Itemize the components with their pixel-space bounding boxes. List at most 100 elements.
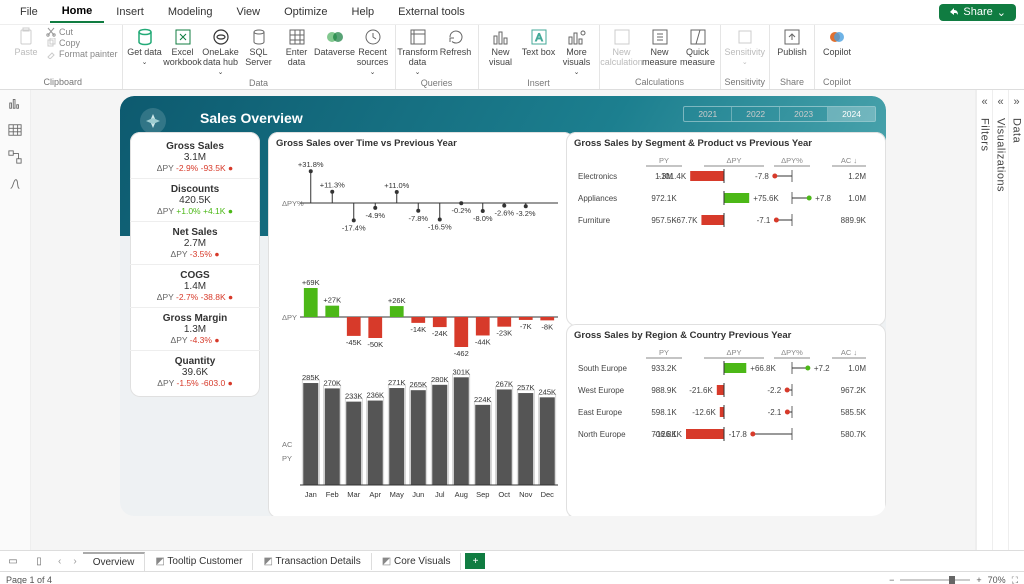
kpi-card[interactable]: Net Sales2.7MΔPY -3.5% ● <box>130 222 260 265</box>
fit-page-icon[interactable]: ⛶ <box>1012 575 1018 584</box>
zoom-slider[interactable] <box>900 579 970 581</box>
quick-measure-button[interactable]: Quick measure <box>680 27 716 68</box>
ribbon: Paste Cut Copy Format painter Clipboard … <box>0 25 1024 90</box>
table-view-icon[interactable] <box>8 123 22 140</box>
region-chart-title: Gross Sales by Region & Country Previous… <box>574 330 878 341</box>
new-visual-button[interactable]: New visual <box>483 27 519 68</box>
tab-tooltip-customer[interactable]: ◩ Tooltip Customer <box>145 553 253 570</box>
svg-text:580.7K: 580.7K <box>841 430 867 439</box>
ribbon-group-share: Publish Share <box>770 25 815 89</box>
copilot-button[interactable]: Copilot <box>819 27 855 58</box>
svg-text:Appliances: Appliances <box>578 194 617 203</box>
tab-overview[interactable]: Overview <box>83 552 146 571</box>
menu-insert[interactable]: Insert <box>104 2 156 22</box>
onelake-button[interactable]: OneLake data hub⌄ <box>203 27 239 76</box>
recent-sources-button[interactable]: Recent sources⌄ <box>355 27 391 76</box>
svg-text:+7.2: +7.2 <box>814 364 830 373</box>
text-box-button[interactable]: AText box <box>521 27 557 58</box>
svg-text:Apr: Apr <box>369 490 381 499</box>
time-chart-card[interactable]: Gross Sales over Time vs Previous Year Δ… <box>268 132 574 516</box>
data-pane[interactable]: » Data <box>1008 90 1024 550</box>
tab-core-visuals[interactable]: ◩ Core Visuals <box>372 553 462 570</box>
desktop-layout-icon[interactable]: ▭ <box>0 556 26 567</box>
collapse-icon[interactable]: « <box>997 94 1003 110</box>
filters-pane[interactable]: « Filters <box>976 90 992 550</box>
collapse-icon[interactable]: « <box>981 94 987 110</box>
sql-server-button[interactable]: SQL Server <box>241 27 277 68</box>
svg-text:933.2K: 933.2K <box>651 364 677 373</box>
svg-text:Nov: Nov <box>519 490 533 499</box>
zoom-in[interactable]: + <box>976 575 981 584</box>
dax-view-icon[interactable] <box>8 177 22 194</box>
scissors-icon <box>46 27 56 37</box>
menu-file[interactable]: File <box>8 2 50 22</box>
svg-text:Aug: Aug <box>455 490 468 499</box>
svg-text:-17.8: -17.8 <box>729 430 748 439</box>
year-2021[interactable]: 2021 <box>684 107 732 121</box>
share-button[interactable]: Share ⌄ <box>939 4 1016 21</box>
year-slicer[interactable]: 2021 2022 2023 2024 <box>683 106 876 122</box>
segment-chart-card[interactable]: Gross Sales by Segment & Product vs Prev… <box>566 132 886 326</box>
dataverse-button[interactable]: Dataverse <box>317 27 353 58</box>
zoom-out[interactable]: − <box>889 575 894 584</box>
svg-text:-0.2%: -0.2% <box>451 206 471 215</box>
sensitivity-button[interactable]: Sensitivity⌄ <box>727 27 763 67</box>
model-view-icon[interactable] <box>8 150 22 167</box>
new-measure-button[interactable]: New measure <box>642 27 678 68</box>
year-2023[interactable]: 2023 <box>780 107 828 121</box>
publish-button[interactable]: Publish <box>774 27 810 58</box>
svg-text:Dec: Dec <box>541 490 555 499</box>
report-view-icon[interactable] <box>8 96 22 113</box>
ribbon-label-calc: Calculations <box>635 75 684 89</box>
collapse-icon[interactable]: » <box>1013 94 1019 110</box>
cut-button[interactable]: Cut <box>46 27 118 37</box>
menu-modeling[interactable]: Modeling <box>156 2 225 22</box>
data-label: Data <box>1011 114 1023 143</box>
svg-text:-126.1K: -126.1K <box>654 430 683 439</box>
add-page-button[interactable]: + <box>465 553 485 569</box>
menu-help[interactable]: Help <box>340 2 387 22</box>
copy-button[interactable]: Copy <box>46 38 118 48</box>
kpi-card[interactable]: Quantity39.6KΔPY -1.5% -603.0 ● <box>130 351 260 393</box>
svg-text:+11.3%: +11.3% <box>320 181 345 190</box>
kpi-card[interactable]: COGS1.4MΔPY -2.7% -38.8K ● <box>130 265 260 308</box>
visualizations-pane[interactable]: « Visualizations <box>992 90 1008 550</box>
get-data-button[interactable]: Get data⌄ <box>127 27 163 67</box>
transform-data-button[interactable]: Transform data⌄ <box>400 27 436 76</box>
tab-transaction-details[interactable]: ◩ Transaction Details <box>253 553 371 570</box>
ribbon-group-insert: New visual AText box More visuals⌄ Inser… <box>479 25 600 89</box>
year-2022[interactable]: 2022 <box>732 107 780 121</box>
svg-text:889.9K: 889.9K <box>841 216 867 225</box>
region-chart-card[interactable]: Gross Sales by Region & Country Previous… <box>566 324 886 516</box>
svg-text:1.2M: 1.2M <box>848 172 866 181</box>
viz-label: Visualizations <box>995 114 1007 192</box>
year-2024[interactable]: 2024 <box>828 107 875 121</box>
svg-text:224K: 224K <box>474 395 492 404</box>
mobile-layout-icon[interactable]: ▯ <box>26 556 52 567</box>
more-visuals-button[interactable]: More visuals⌄ <box>559 27 595 76</box>
report-canvas[interactable]: Sales Overview 2021 2022 2023 2024 Gross… <box>31 90 975 550</box>
kpi-card[interactable]: Gross Sales3.1MΔPY -2.9% -93.5K ● <box>130 136 260 179</box>
menu-optimize[interactable]: Optimize <box>272 2 339 22</box>
menu-external-tools[interactable]: External tools <box>386 2 477 22</box>
menu-home[interactable]: Home <box>50 1 105 23</box>
svg-text:+31.8%: +31.8% <box>298 160 324 169</box>
svg-text:Feb: Feb <box>326 490 339 499</box>
page-prev[interactable]: ‹ <box>52 556 67 567</box>
svg-text:267K: 267K <box>495 379 513 388</box>
page-next[interactable]: › <box>67 556 82 567</box>
ribbon-label-copilot: Copilot <box>823 75 851 89</box>
paste-button[interactable]: Paste <box>8 27 44 58</box>
kpi-card[interactable]: Discounts420.5KΔPY +1.0% +4.1K ● <box>130 179 260 222</box>
format-painter-button[interactable]: Format painter <box>46 49 118 59</box>
copy-icon <box>46 38 56 48</box>
svg-text:270K: 270K <box>323 378 341 387</box>
kpi-card[interactable]: Gross Margin1.3MΔPY -4.3% ● <box>130 308 260 351</box>
excel-workbook-button[interactable]: Excel workbook <box>165 27 201 68</box>
menu-view[interactable]: View <box>224 2 272 22</box>
ribbon-group-sensitivity: Sensitivity⌄ Sensitivity <box>721 25 771 89</box>
svg-text:ΔPY: ΔPY <box>726 156 741 165</box>
ribbon-label-data: Data <box>249 76 268 90</box>
refresh-button[interactable]: Refresh <box>438 27 474 58</box>
enter-data-button[interactable]: Enter data <box>279 27 315 68</box>
